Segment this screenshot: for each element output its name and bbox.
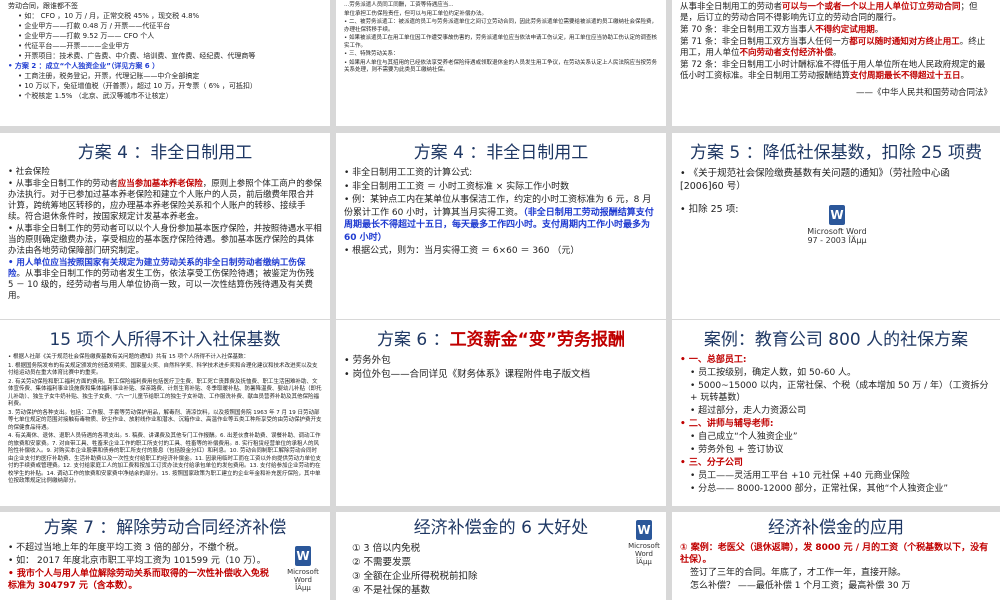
slide-plan-6[interactable]: 方案 6 ：工资薪金“变”劳务报酬 • 劳务外包 • 岗位外包——合同详见《财务… [336,320,666,506]
text-line: 第 70 条：非全日制用工双方当事人不得约定试用期。 [680,25,884,35]
text-line: • 如果被派遣员工在用工单位因工作遭受事故伤害的，劳务派遣单位应当依法申请工伤认… [344,35,657,49]
text-line: • 根据人社部《关于规范社会保险缴费基数有关问题的通知》共有 15 项个人所得不… [8,354,249,360]
attachment-sublabel: 97 - 2003 ÎÄµµ [807,236,867,245]
text-line: • 工商注册，税务登记，开票，代理记账——中介全部搞定 [18,72,200,80]
text-line: ① 案例：老医父（退休返聘），发 8000 元 / 月的工资（个税基数以下，没有… [680,543,989,565]
slide-title: 方案 4 ：非全日制用工 [77,143,253,163]
text-line: • 从事非全日制工作的劳动者可以以个人身份参加基本医疗保险，并按照待遇水平相当的… [8,224,322,256]
text-line: • 企业甲方——打款 9.52 万—— CFO 个人 [18,32,155,40]
text-line: • 开票项目：技术费、广告费、中介费、培训费、宣传费、经纪费、代理商等 [18,52,256,60]
text-line: • 如果用人单位与其招用的已经依法享受养老保险待遇或领取退休金的人员发生用工争议… [344,59,657,74]
slide-title: 案例：教育公司 800 人的社保方案 [703,330,969,350]
text-line: • 岗位外包——合同详见《财务体系》课程附件电子版文档 [344,369,591,380]
list-item: • 分总—— 8000-12000 部分，正常社保，其他“个人独资企业” [690,484,948,494]
text-line: • 代征平台——开票———企业甲方 [18,42,130,50]
slide-title: 方案 7 ：解除劳动合同经济补偿 [43,518,287,538]
text-line: • 我市个人与用人单位解除劳动关系而取得的一次性补偿收入免税标准为 304797… [8,569,269,591]
section-heading: • 二、讲师与辅导老师: [680,419,774,429]
list-item: 1. 根据国务院发布的有关规定颁发的创造发明奖、国家星火奖、自然科学奖、科学技术… [8,362,318,377]
text-line: • 非全日制用工工资的计算公式: [344,168,473,178]
word-document-attachment[interactable]: W Microsoft Word ÎÄµµ [278,546,328,592]
attachment-sublabel: ÎÄµµ [636,558,652,566]
list-item: • 员工按级别，确定人数，如 50-60 人。 [690,368,857,378]
slide-case-education[interactable]: 案例：教育公司 800 人的社保方案 • 一、总部员工: • 员工按级别，确定人… [672,320,1000,506]
slide-title: 方案 4 ：非全日制用工 [413,143,589,163]
slide-plan-2-partial[interactable]: 劳动合同，跟谁都不签 • 如： CFO ，10 万 / 月，正常交税 45% ，… [0,0,330,126]
list-item: • 5000~15000 以内，正常社保、个税（成本增加 50 万 / 年）（工… [690,381,989,403]
text-line: • 根据公式，则为：当月实得工资 ＝ 6×60 ＝ 360 （元） [344,246,580,256]
slide-compensation-application[interactable]: 经济补偿金的应用 ① 案例：老医父（退休返聘），发 8000 元 / 月的工资（… [672,512,1000,600]
attachment-label: Microsoft Word [287,568,319,584]
list-item: • 超过部分，走人力资源公司 [690,406,807,416]
list-item: • 自己成立“个人独资企业” [690,432,798,442]
slide-title: 15 项个人所得不计入社保基数 [49,330,281,350]
section-heading: • 三、分子公司 [680,458,743,468]
text-line: • 10 万以下，免征增值税（开普票），超过 10 万，开专票（ 6% ，可抵扣… [18,82,257,90]
text-line: • 非全日制用工工资 ＝ 小时工资标准 × 实际工作小时数 [344,181,570,192]
text-line: • 用人单位应当按照国家有关规定为建立劳动关系的非全日制劳动者缴纳工伤保险。从事… [8,258,315,301]
text-line: • 例：某钟点工内在某单位从事保洁工作，约定的小时工资标准为 6 元，8 月份累… [344,195,654,243]
list-item: 3. 劳动保护的各种支出。包括：工作服、手套等劳动保护用品，解毒剂、清凉饮料，以… [8,409,322,431]
slide-title: 经济补偿金的 6 大好处 [413,518,589,538]
text-line: • 个税核定 1.5% （北京、武汉等城市不让核定） [18,92,173,100]
text-line: • 劳务外包 [344,355,391,366]
attachment-label: Microsoft Word [628,542,660,558]
text-line: 单位承担工伤保险责任，但可以与用工单位约定补偿办法。 [344,10,488,17]
list-item: ① 3 倍以内免税 [352,543,421,554]
list-item: 4. 有关离休、退休、退职人员待遇的各项支出。5. 稿费、讲课费及其他专门工作报… [8,433,321,484]
text-line: • 不超过当地上年的年度平均工资 3 倍的部分，不缴个税。 [8,543,244,553]
slide-dispatch-partial[interactable]: ...劳务派遣人员同工同酬，工资等待遇应当... 单位承担工伤保险责任，但可以与… [336,0,666,126]
slide-title: 经济补偿金的应用 [768,518,904,538]
source-citation: ——《中华人民共和国劳动合同法》 [855,88,992,98]
text-line: ...劳务派遣人员同工同酬，工资等待遇应当... [344,2,454,8]
slide-plan-5[interactable]: 方案 5 ：降低社保基数，扣除 25 项费 • 《关于规范社会保险缴费基数有关问… [672,133,1000,319]
text-line: 第 72 条：非全日制用工小时计酬标准不得低于用人单位所在地人民政府规定的最低小… [680,60,986,81]
text-line: 第 71 条：非全日制用工双方当事人任何一方都可以随时通知对方终止用工。终止用工… [680,37,986,58]
list-item: • 劳务外包 + 签订协议 [690,445,784,455]
list-item: • 员工——灵活用工平台 +10 元社保 +40 元商业保险 [690,471,910,481]
slide-plan-7[interactable]: 方案 7 ：解除劳动合同经济补偿 • 不超过当地上年的年度平均工资 3 倍的部分… [0,512,330,600]
attachment-label: Microsoft Word [807,227,867,236]
text-line: • 方案 2 ：成立“个人独资企业”（详见方案 6 ） [8,62,160,70]
list-item: ③ 全额在企业所得税税前扣除 [352,571,478,582]
text-line: 从事非全日制用工的劳动者可以与一个或者一个以上用人单位订立劳动合同；但是，后订立… [680,2,978,23]
word-document-attachment[interactable]: W Microsoft Word ÎÄµµ [622,520,666,566]
slide-title: 方案 5 ：降低社保基数，扣除 25 项费 [689,143,983,163]
word-document-icon: W [636,520,652,540]
text-line: • 从事非全日制工作的劳动者应当参加基本养老保险，原则上参照个体工商户的参保办法… [8,179,322,222]
slide-labor-law-partial[interactable]: 从事非全日制用工的劳动者可以与一个或者一个以上用人单位订立劳动合同；但是，后订立… [672,0,1000,126]
text-line: 怎么补偿？ ——最低补偿 1 个月工资；最高补偿 30 万 [690,581,911,591]
text-line: • 《关于规范社会保险缴费基数有关问题的通知》（劳社险中心函 [2006]60 … [680,168,950,192]
slide-plan-4-insurance[interactable]: 方案 4 ：非全日制用工 • 社会保险 • 从事非全日制工作的劳动者应当参加基本… [0,133,330,319]
slide-plan-4-wage[interactable]: 方案 4 ：非全日制用工 • 非全日制用工工资的计算公式: • 非全日制用工工资… [336,133,666,319]
text-line: • 企业甲方——打款 0.48 万 / 开票——代征平台 [18,22,171,30]
list-item: 2. 有关劳动保险和职工福利方面的费用。职工保险福利费用包括医疗卫生费、职工死亡… [8,378,322,408]
slide-title: 方案 6 ：工资薪金“变”劳务报酬 [377,330,625,350]
text-line: • 三、特殊劳动关系： [344,51,399,57]
text-line: 签订了三年的合同。年底了，才工作一年，直接开除。 [690,568,907,578]
text-line: • 如： 2017 年度北京市职工平均工资为 101599 元（10 万）。 [8,556,266,566]
list-item: ② 不需要发票 [352,557,412,568]
slide-6-benefits[interactable]: 经济补偿金的 6 大好处 ① 3 倍以内免税 ② 不需要发票 ③ 全额在企业所得… [336,512,666,600]
section-heading: • 一、总部员工: [680,355,747,365]
slide-15-items[interactable]: 15 项个人所得不计入社保基数 • 根据人社部《关于规范社会保险缴费基数有关问题… [0,320,330,506]
word-document-icon: W [829,205,845,225]
text-line: • 如： CFO ，10 万 / 月，正常交税 45% ，现交税 4.8% [18,12,200,20]
list-item: ④ 不是社保的基数 [352,585,431,596]
word-document-icon: W [295,546,311,566]
text-line: • 社会保险 [8,167,50,177]
word-document-attachment[interactable]: W Microsoft Word 97 - 2003 ÎÄµµ [792,205,882,245]
text-line: 劳动合同，跟谁都不签 [8,2,78,10]
text-line: • 二、被劳务派遣工：被派遣的员工与劳务派遣单位之间订立劳动合同，因此劳务派遣单… [344,19,657,33]
attachment-sublabel: ÎÄµµ [295,584,311,592]
